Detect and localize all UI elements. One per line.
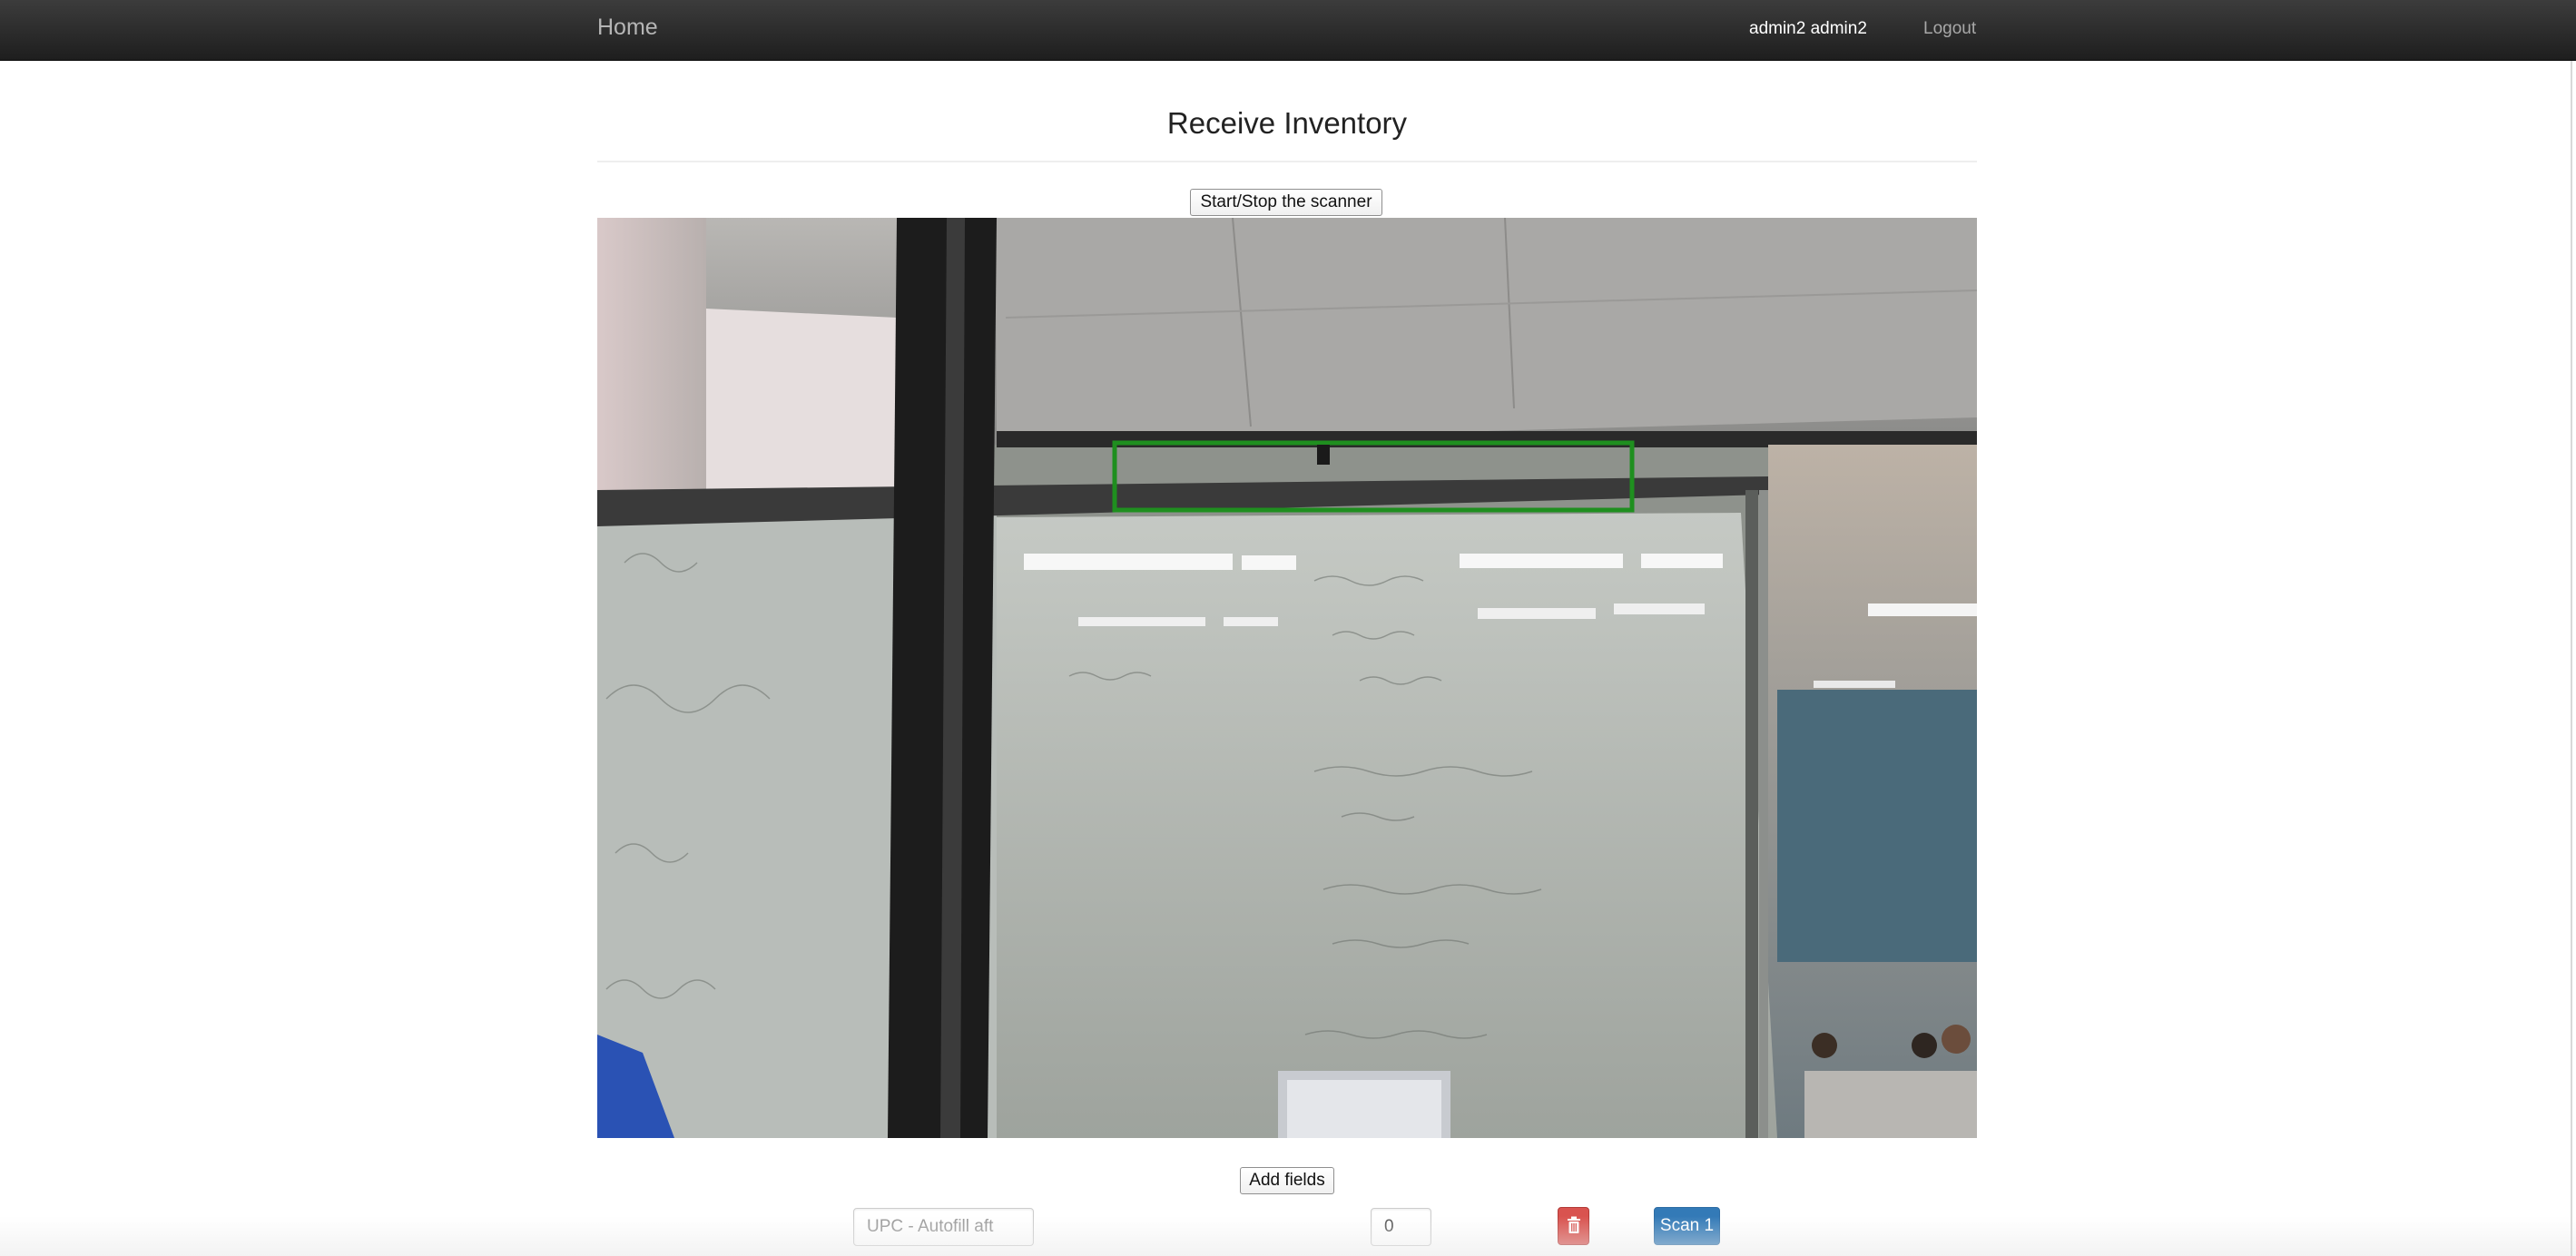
home-link[interactable]: Home: [597, 15, 658, 41]
add-fields-button[interactable]: Add fields: [1240, 1167, 1334, 1194]
upc-input[interactable]: [853, 1208, 1034, 1246]
trash-icon: [1567, 1216, 1581, 1237]
bottom-fade: [0, 1216, 2576, 1256]
quantity-input[interactable]: [1371, 1208, 1431, 1246]
start-stop-scanner-button[interactable]: Start/Stop the scanner: [1190, 189, 1382, 216]
top-navbar: Home admin2 admin2 Logout: [0, 0, 2576, 61]
delete-row-button[interactable]: [1558, 1207, 1589, 1245]
page-title: Receive Inventory: [1166, 106, 1408, 140]
page-scrollbar-edge: [2571, 61, 2572, 1256]
logout-link[interactable]: Logout: [1923, 19, 1976, 39]
user-name: admin2 admin2: [1749, 19, 1867, 38]
scan-button[interactable]: Scan 1: [1654, 1207, 1720, 1245]
title-divider: [597, 161, 1977, 162]
scanner-video-feed: [597, 218, 1977, 1138]
